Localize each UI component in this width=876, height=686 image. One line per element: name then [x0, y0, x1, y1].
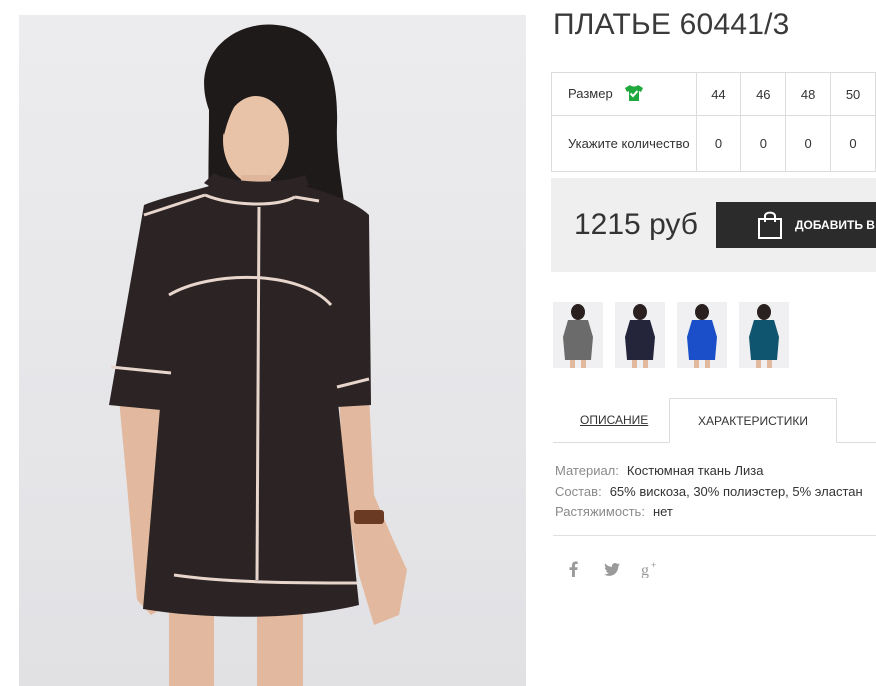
divider	[553, 535, 876, 536]
quantity-input[interactable]: 0	[695, 115, 742, 172]
thumbnail[interactable]	[615, 302, 665, 368]
thumbnail[interactable]	[553, 302, 603, 368]
tshirt-check-icon[interactable]	[624, 84, 644, 105]
size-cell[interactable]: 48	[785, 72, 832, 116]
size-row: Размер 44 46 48 50	[551, 72, 876, 116]
google-plus-icon[interactable]: g +	[641, 560, 659, 583]
thumbnail[interactable]	[739, 302, 789, 368]
product-main-image[interactable]	[19, 15, 526, 686]
size-quantity-table: Размер 44 46 48 50 Укажите количество 0 …	[551, 72, 876, 172]
spec-value: 65% вискоза, 30% полиэстер, 5% эластан	[609, 483, 863, 499]
specs-list: Материал: Костюмная ткань Лиза Состав: 65%…	[555, 461, 863, 523]
svg-text:g: g	[641, 562, 649, 578]
size-label: Размер	[568, 85, 613, 101]
svg-text:+: +	[651, 560, 656, 570]
thumbnail-dress-3	[749, 320, 779, 360]
spec-row: Растяжимость: нет	[555, 502, 863, 523]
size-label-cell: Размер	[551, 72, 697, 116]
quantity-label: Укажите количество	[551, 115, 697, 172]
dress-model-illustration	[109, 24, 407, 686]
buy-box: 1215 руб ДОБАВИТЬ В	[551, 178, 876, 272]
quantity-row: Укажите количество 0 0 0 0	[551, 115, 876, 172]
spec-label: Растяжимость:	[555, 504, 645, 519]
size-cell[interactable]: 46	[740, 72, 787, 116]
thumbnail-dress-2	[687, 320, 717, 360]
product-title: ПЛАТЬЕ 60441/3	[553, 8, 790, 41]
facebook-icon[interactable]	[568, 561, 580, 582]
tab-characteristics[interactable]: ХАРАКТЕРИСТИКИ	[669, 398, 837, 443]
twitter-icon[interactable]	[604, 563, 620, 581]
spec-label: Состав:	[555, 483, 602, 499]
quantity-input[interactable]: 0	[830, 115, 876, 172]
add-to-cart-button[interactable]: ДОБАВИТЬ В	[716, 202, 876, 248]
tab-characteristics-label: ХАРАКТЕРИСТИКИ	[697, 413, 808, 428]
spec-row: Материал: Костюмная ткань Лиза	[555, 461, 863, 482]
tab-description[interactable]: ОПИСАНИЕ	[580, 413, 648, 427]
product-price: 1215 руб	[574, 208, 698, 241]
quantity-input[interactable]: 0	[740, 115, 787, 172]
add-to-cart-label: ДОБАВИТЬ В	[795, 218, 875, 232]
thumbnail-dress-0	[563, 320, 593, 360]
thumbnail-dress-1	[625, 320, 655, 360]
quantity-input[interactable]: 0	[785, 115, 832, 172]
thumbnail[interactable]	[677, 302, 727, 368]
spec-value: нет	[652, 504, 673, 519]
size-cell[interactable]: 50	[830, 72, 876, 116]
spec-value: Костюмная ткань Лиза	[626, 463, 764, 478]
spec-row: Состав: 65% вискоза, 30% полиэстер, 5% эл…	[555, 482, 863, 503]
size-cell[interactable]: 44	[695, 72, 742, 116]
shopping-bag-icon	[758, 211, 782, 239]
spec-label: Материал:	[555, 463, 619, 478]
